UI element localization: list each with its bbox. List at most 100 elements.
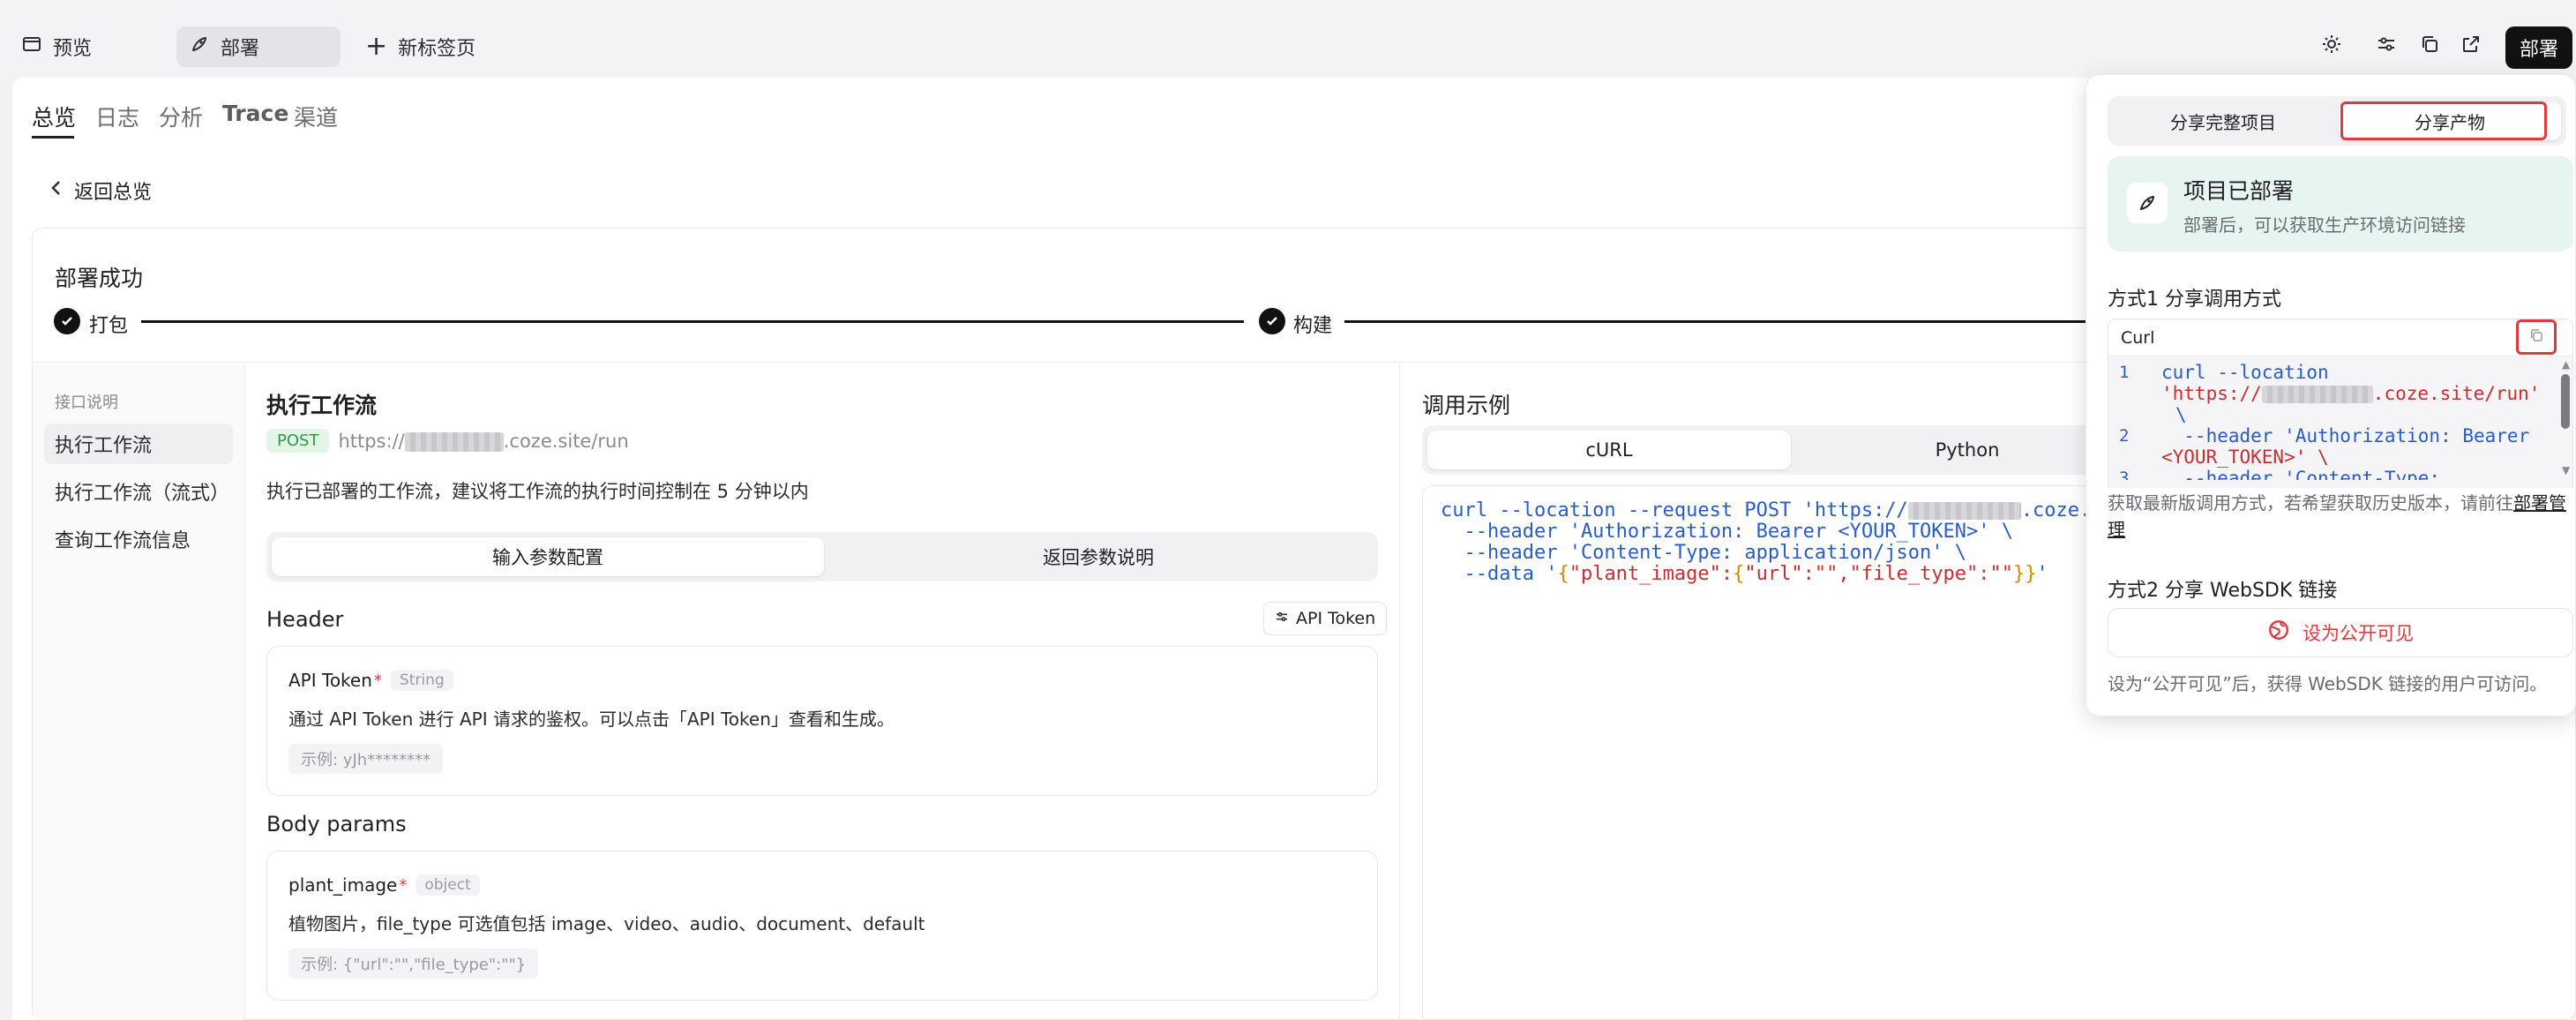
step-connector-2	[1344, 320, 2086, 323]
scroll-up-icon: ▲	[2562, 358, 2571, 371]
param-header: plant_image * object	[288, 874, 480, 896]
subtab-overview[interactable]: 总览	[32, 101, 76, 132]
chevron-left-icon	[49, 179, 64, 202]
step-build-label: 构建	[1293, 315, 1333, 337]
sliders-icon	[2376, 34, 2397, 60]
copy-window-button[interactable]	[2409, 26, 2450, 67]
banner-title: 项目已部署	[2183, 178, 2295, 204]
sun-icon	[2321, 34, 2342, 60]
redacted-url-part	[404, 431, 504, 452]
redacted-url-part	[1907, 502, 2021, 520]
deploy-status-title: 部署成功	[55, 266, 144, 291]
code-line: 'https:// .coze.site/run'	[2161, 383, 2540, 404]
code-text: --header 'Content-Type: application/json…	[1441, 542, 1967, 564]
divider	[1399, 364, 1400, 1020]
code-text: --header 'Authorization: Bearer	[2161, 425, 2530, 446]
subtab-trace[interactable]: Trace	[222, 101, 288, 126]
nav-item-run-workflow-stream[interactable]: 执行工作流（流式）	[44, 471, 233, 512]
step-pack-label: 打包	[89, 315, 129, 337]
code-text: '	[2036, 563, 2048, 585]
code-text: --header 'Authorization: Bearer <YOUR_TO…	[1441, 521, 2014, 543]
param-example: 示例: {"url":"","file_type":""}	[288, 949, 539, 979]
banner-desc: 部署后，可以获取生产环境访问链接	[2183, 214, 2466, 236]
example-title: 调用示例	[1422, 393, 1511, 418]
tab-deploy-label: 部署	[221, 38, 260, 60]
deploy-button[interactable]: 部署	[2505, 26, 2572, 69]
line-number: 2	[2119, 426, 2130, 446]
nav-item-run-workflow[interactable]: 执行工作流	[44, 424, 233, 464]
param-type: String	[390, 670, 453, 691]
back-link[interactable]: 返回总览	[49, 176, 152, 205]
code-text: \	[2175, 404, 2187, 425]
rocket-icon	[2127, 183, 2168, 223]
example-code-line: --data '{"plant_image":{"url":"","file_t…	[1441, 564, 2048, 585]
tab-deploy[interactable]: 部署	[176, 26, 341, 67]
line-number: 3	[2119, 469, 2130, 480]
code-text: {	[1733, 563, 1745, 585]
code-text: 'https://	[2161, 383, 2262, 404]
param-plant-image: plant_image * object 植物图片，file_type 可选值包…	[266, 851, 1378, 1001]
code-text: curl --location	[2161, 362, 2329, 383]
plus-icon: +	[365, 31, 388, 62]
required-asterisk: *	[399, 875, 408, 895]
subtab-channels[interactable]: 渠道	[294, 101, 338, 132]
note-text: 获取最新版调用方式，若希望获取历史版本，请前往	[2108, 492, 2513, 514]
method1-note: 获取最新版调用方式，若希望获取历史版本，请前往部署管理	[2108, 490, 2572, 543]
url-suffix: .coze.site/run	[503, 430, 629, 452]
header-section-title: Header	[266, 607, 344, 632]
deployed-banner: 项目已部署 部署后，可以获取生产环境访问链接	[2108, 156, 2573, 251]
nav-item-query-workflow[interactable]: 查询工作流信息	[44, 519, 233, 559]
theme-toggle-button[interactable]	[2311, 26, 2352, 67]
step-pack-check-icon	[54, 308, 80, 334]
tab-share-full-project[interactable]: 分享完整项目	[2108, 96, 2339, 146]
method1-title: 方式1 分享调用方式	[2108, 289, 2281, 311]
endpoint-title: 执行工作流	[266, 393, 378, 418]
endpoint-url[interactable]: https:// .coze.site/run	[338, 430, 629, 452]
example-lang-tabs: cURL Python	[1422, 425, 2093, 475]
browser-tab-bar: 预览 部署 + 新标签页 部署	[0, 0, 2576, 78]
subtab-analysis[interactable]: 分析	[159, 101, 203, 132]
set-public-label: 设为公开可见	[2303, 623, 2414, 644]
example-code-block[interactable]: curl --location --request POST 'https://…	[1422, 485, 2086, 1020]
scrollbar-thumb[interactable]	[2561, 374, 2570, 429]
code-text: --header 'Content-Type:	[2161, 468, 2441, 480]
code-text: "url":"","file_type":""	[1744, 563, 2014, 585]
param-segmented-control: 输入参数配置 返回参数说明	[266, 532, 1378, 581]
tab-new[interactable]: + 新标签页	[353, 26, 488, 67]
set-public-button[interactable]: 设为公开可见	[2108, 608, 2573, 657]
copy-icon	[2528, 326, 2544, 349]
step-build-check-icon	[1259, 308, 1285, 334]
param-desc: 植物图片，file_type 可选值包括 image、video、audio、d…	[288, 913, 925, 934]
code-text: "plant_image":	[1569, 563, 1734, 585]
tab-preview[interactable]: 预览	[9, 26, 104, 67]
subtab-logs[interactable]: 日志	[95, 101, 139, 132]
api-token-button[interactable]: API Token	[1263, 602, 1388, 635]
seg-output-params[interactable]: 返回参数说明	[824, 537, 1373, 576]
share-popover: 分享完整项目 分享产物 项目已部署 部署后，可以获取生产环境访问链接 方式1 分…	[2086, 74, 2576, 716]
endpoint-description: 执行已部署的工作流，建议将工作流的执行时间控制在 5 分钟以内	[266, 481, 809, 502]
param-header: API Token * String	[288, 670, 453, 691]
tab-new-label: 新标签页	[398, 38, 476, 60]
back-link-label: 返回总览	[74, 182, 153, 204]
param-example: 示例: yJh********	[288, 744, 444, 774]
rocket-icon	[189, 34, 210, 60]
open-external-button[interactable]	[2451, 26, 2491, 67]
line-number: 1	[2119, 363, 2130, 382]
snippet-lang-select[interactable]: Curl	[2121, 328, 2154, 348]
copy-snippet-button[interactable]	[2516, 319, 2557, 355]
tab-curl[interactable]: cURL	[1427, 431, 1791, 469]
code-text: {	[1557, 563, 1569, 585]
sliders-icon	[1275, 609, 1289, 628]
subtab-active-indicator	[32, 136, 74, 139]
window-icon	[21, 34, 42, 60]
seg-input-params[interactable]: 输入参数配置	[272, 537, 824, 576]
redacted-url-part	[2261, 386, 2373, 403]
required-asterisk: *	[373, 671, 382, 690]
param-api-token: API Token * String 通过 API Token 进行 API 请…	[266, 646, 1378, 796]
settings-button[interactable]	[2366, 26, 2407, 67]
code-text: curl --location --request POST 'https://	[1441, 499, 1908, 521]
tab-preview-label: 预览	[53, 38, 93, 60]
scrollbar[interactable]: ▲ ▼	[2557, 356, 2572, 480]
body-section-title: Body params	[266, 812, 407, 836]
step-connector	[141, 320, 1244, 323]
